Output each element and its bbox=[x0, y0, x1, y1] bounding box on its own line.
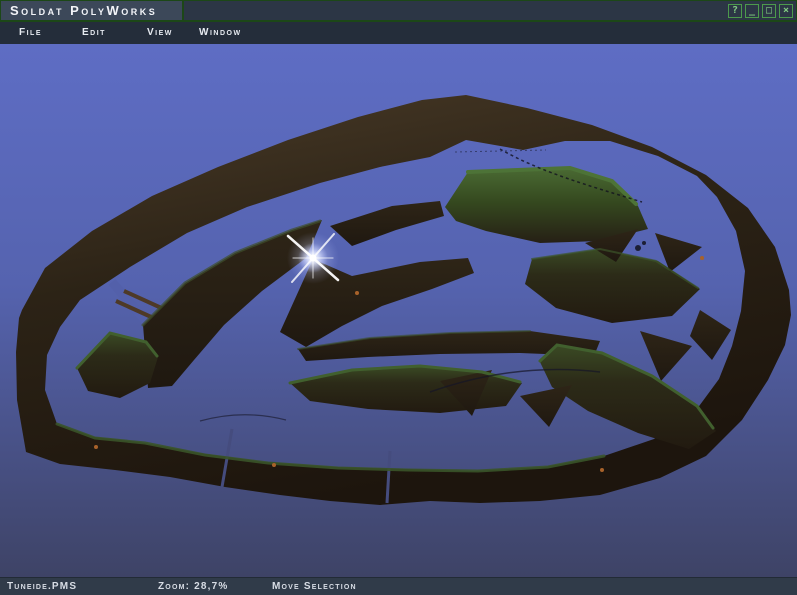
status-bar: Tuneide.PMS Zoom: 28,7% Move Selection bbox=[0, 577, 797, 595]
menu-window[interactable]: Window bbox=[199, 22, 242, 44]
close-button[interactable]: × bbox=[779, 4, 793, 18]
status-zoom-level: Zoom: 28,7% bbox=[158, 578, 229, 595]
window-controls: ? _ □ × bbox=[728, 2, 793, 19]
map-render[interactable] bbox=[0, 44, 797, 577]
menu-view[interactable]: View bbox=[147, 22, 173, 44]
menu-bar: File Edit View Window bbox=[0, 22, 797, 44]
polyworks-window: Soldat PolyWorks ? _ □ × File Edit View … bbox=[0, 0, 797, 595]
title-bar[interactable]: Soldat PolyWorks ? _ □ × bbox=[0, 0, 797, 22]
tree-scenery bbox=[635, 241, 646, 251]
status-active-tool: Move Selection bbox=[272, 578, 357, 595]
help-button[interactable]: ? bbox=[728, 4, 742, 18]
light-flare-icon bbox=[287, 232, 339, 284]
maximize-button[interactable]: □ bbox=[762, 4, 776, 18]
menu-edit[interactable]: Edit bbox=[82, 22, 106, 44]
status-filename: Tuneide.PMS bbox=[7, 578, 77, 595]
app-title: Soldat PolyWorks bbox=[1, 1, 182, 20]
menu-file[interactable]: File bbox=[19, 22, 42, 44]
map-canvas[interactable] bbox=[0, 44, 797, 577]
minimize-button[interactable]: _ bbox=[745, 4, 759, 18]
title-segment: Soldat PolyWorks bbox=[1, 1, 184, 20]
